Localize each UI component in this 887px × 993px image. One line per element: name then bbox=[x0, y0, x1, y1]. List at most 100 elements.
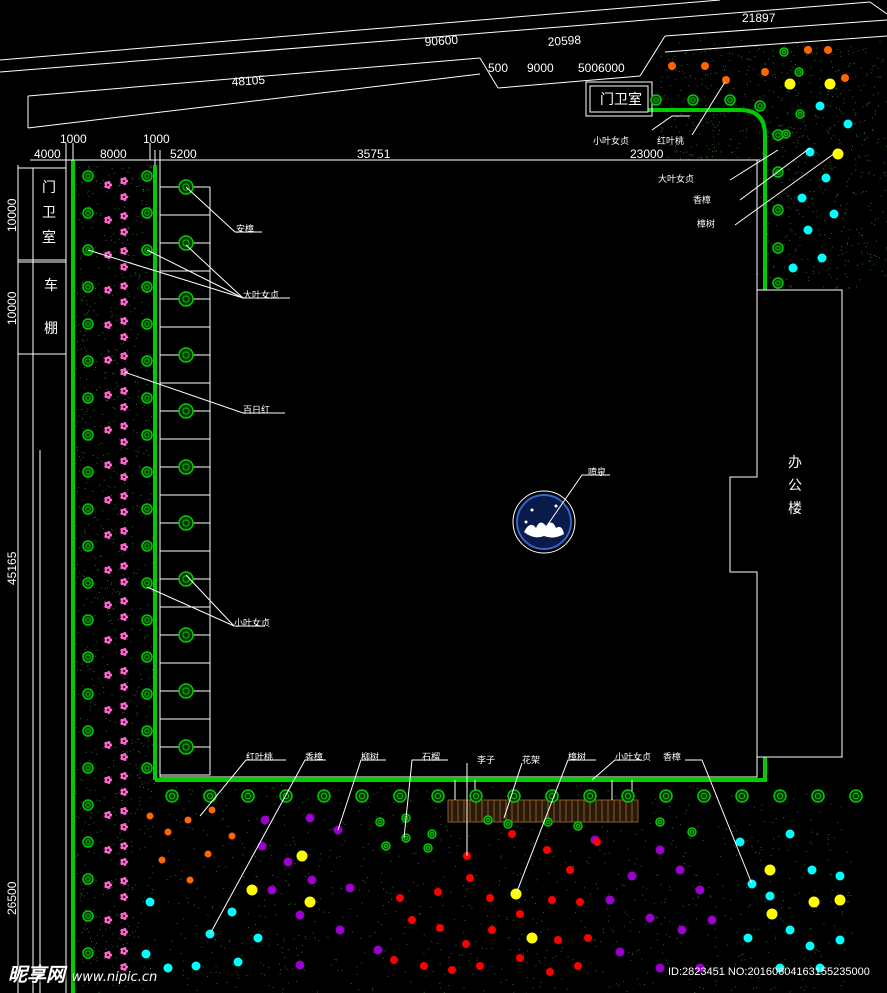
tree-symbol bbox=[355, 789, 369, 803]
tree-symbol bbox=[82, 392, 94, 404]
tree-symbol bbox=[82, 466, 94, 478]
purple-shrub bbox=[307, 875, 317, 885]
label-xiangzhang-bot: 香樟 bbox=[663, 751, 681, 763]
purple-shrub bbox=[615, 947, 625, 957]
tree-symbol bbox=[141, 392, 153, 404]
red-shrub bbox=[448, 966, 456, 974]
red-shrub bbox=[516, 954, 524, 962]
label-hongyetao-bot: 红叶桃 bbox=[246, 751, 273, 763]
label-xiaoye-top: 小叶女贞 bbox=[593, 135, 629, 147]
flower-symbol bbox=[104, 741, 113, 749]
flower-symbol bbox=[104, 461, 113, 469]
flower-symbol bbox=[120, 403, 129, 411]
tree-symbol bbox=[781, 129, 791, 139]
yellow-shrub bbox=[764, 864, 776, 876]
purple-shrub bbox=[695, 885, 705, 895]
flower-symbol bbox=[120, 893, 129, 901]
tree-symbol bbox=[849, 789, 863, 803]
cyan-shrub bbox=[233, 957, 243, 967]
flower-symbol bbox=[104, 776, 113, 784]
red-shrub bbox=[488, 926, 496, 934]
flower-symbol bbox=[120, 842, 129, 850]
flower-symbol bbox=[120, 473, 129, 481]
flower-symbol bbox=[120, 578, 129, 586]
flower-symbol bbox=[120, 702, 129, 710]
tree-symbol bbox=[82, 355, 94, 367]
label-zhangshu-right: 樟树 bbox=[697, 218, 715, 230]
flower-symbol bbox=[104, 601, 113, 609]
image-id: ID:2823451 NO:20160604163155235000 bbox=[668, 966, 870, 978]
red-leaf-peach bbox=[158, 856, 166, 864]
tree-symbol bbox=[141, 688, 153, 700]
guard-left-2: 卫 bbox=[42, 205, 56, 221]
tree-symbol bbox=[773, 789, 787, 803]
guard-room-top-label: 门卫室 bbox=[600, 91, 642, 108]
flower-symbol bbox=[104, 916, 113, 924]
tree-symbol bbox=[165, 789, 179, 803]
tree-symbol bbox=[754, 100, 766, 112]
tree-symbol bbox=[687, 94, 699, 106]
red-shrub bbox=[584, 934, 592, 942]
tree-symbol bbox=[178, 291, 194, 307]
shed-1: 车 bbox=[44, 277, 58, 294]
purple-shrub bbox=[295, 960, 305, 970]
flower-symbol bbox=[104, 636, 113, 644]
dim-1000-a: 1000 bbox=[60, 132, 87, 146]
tree-symbol bbox=[772, 277, 784, 289]
red-shrub bbox=[434, 888, 442, 896]
tree-symbol bbox=[779, 47, 789, 57]
cyan-shrub bbox=[743, 933, 753, 943]
tree-symbol bbox=[241, 789, 255, 803]
cyan-shrub bbox=[145, 897, 155, 907]
red-shrub bbox=[408, 916, 416, 924]
tree-symbol bbox=[82, 318, 94, 330]
left-boundary bbox=[17, 150, 161, 993]
cyan-shrub bbox=[817, 253, 827, 263]
tree-symbol bbox=[141, 466, 153, 478]
office-1: 办 bbox=[788, 455, 802, 471]
tree-symbol bbox=[82, 725, 94, 737]
purple-shrub bbox=[335, 925, 345, 935]
bike-shed bbox=[17, 261, 67, 355]
red-leaf-peach bbox=[146, 812, 154, 820]
flower-symbol bbox=[120, 177, 129, 185]
red-shrub bbox=[390, 956, 398, 964]
tree-symbol bbox=[621, 789, 635, 803]
tree-symbol bbox=[82, 577, 94, 589]
flower-symbol bbox=[104, 496, 113, 504]
flower-symbol bbox=[104, 566, 113, 574]
tree-symbol bbox=[82, 207, 94, 219]
red-shrub bbox=[554, 936, 562, 944]
label-liushu: 柳树 bbox=[361, 751, 379, 763]
label-xiaoye-bot: 小叶女贞 bbox=[615, 751, 651, 763]
flower-symbol bbox=[120, 193, 129, 201]
red-shrub bbox=[420, 962, 428, 970]
cyan-shrub bbox=[835, 935, 845, 945]
tree-symbol bbox=[141, 429, 153, 441]
purple-shrub bbox=[305, 813, 315, 823]
purple-shrub bbox=[283, 857, 293, 867]
cyan-shrub bbox=[815, 101, 825, 111]
cyan-shrub bbox=[807, 865, 817, 875]
tree-symbol bbox=[141, 207, 153, 219]
cyan-shrub bbox=[803, 225, 813, 235]
label-daye-right: 大叶女贞 bbox=[658, 173, 694, 185]
flower-symbol bbox=[120, 247, 129, 255]
flower-symbol bbox=[120, 667, 129, 675]
flower-symbol bbox=[120, 613, 129, 621]
cyan-shrub bbox=[765, 891, 775, 901]
label-xiangshu-bot: 香樟 bbox=[305, 751, 323, 763]
label-fountain: 喷泉 bbox=[588, 466, 606, 478]
purple-shrub bbox=[675, 865, 685, 875]
red-leaf-peach bbox=[761, 68, 769, 76]
tree-symbol bbox=[772, 204, 784, 216]
label-hongyetao-top: 红叶桃 bbox=[657, 135, 684, 147]
flower-symbol bbox=[104, 286, 113, 294]
tree-symbol bbox=[82, 799, 94, 811]
tree-symbol bbox=[393, 789, 407, 803]
yellow-shrub bbox=[766, 908, 778, 920]
flower-symbol bbox=[120, 823, 129, 831]
flower-symbol bbox=[104, 671, 113, 679]
tree-symbol bbox=[141, 540, 153, 552]
guard-left-1: 门 bbox=[42, 180, 56, 196]
